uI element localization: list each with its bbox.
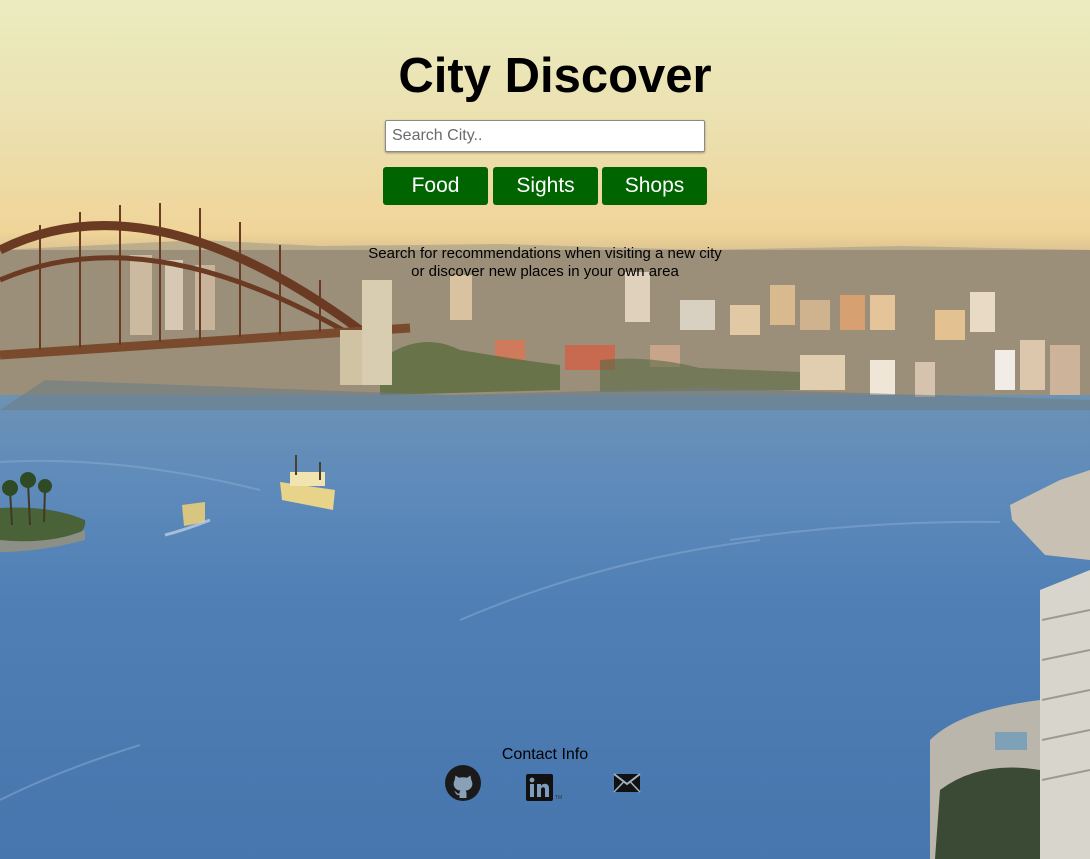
search-input[interactable]: [385, 120, 705, 152]
svg-text:TM: TM: [555, 795, 562, 801]
email-icon[interactable]: [613, 772, 641, 794]
linkedin-icon[interactable]: TM: [526, 774, 566, 802]
contact-info-label: Contact Info: [501, 746, 589, 763]
shops-button[interactable]: Shops: [602, 167, 707, 205]
page: City Discover Food Sights Shops Search f…: [0, 0, 1090, 859]
tagline: Search for recommendations when visiting…: [368, 245, 722, 280]
page-title: City Discover: [398, 49, 712, 103]
sights-button[interactable]: Sights: [493, 167, 598, 205]
github-icon[interactable]: [445, 765, 481, 801]
food-button[interactable]: Food: [383, 167, 488, 205]
